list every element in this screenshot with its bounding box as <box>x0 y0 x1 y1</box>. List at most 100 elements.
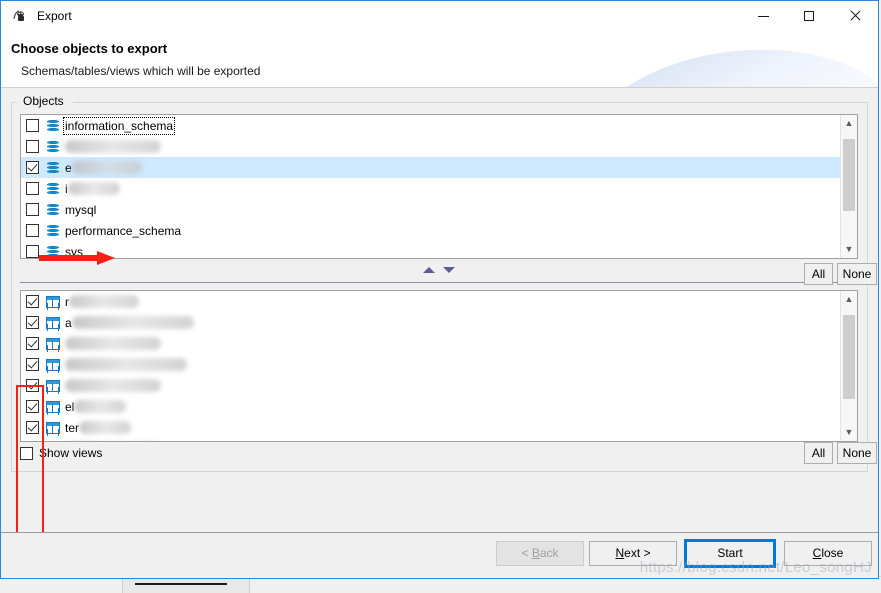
row-checkbox[interactable] <box>26 182 39 195</box>
next-button-rest: ext > <box>624 546 650 560</box>
list-item[interactable] <box>21 438 840 441</box>
back-button-prefix: < <box>521 546 531 560</box>
scroll-down-icon[interactable]: ▼ <box>841 241 857 258</box>
redacted-name <box>68 182 120 195</box>
list-item[interactable] <box>21 136 840 157</box>
schema-select-all-button[interactable]: All <box>804 263 833 285</box>
close-icon <box>849 10 861 22</box>
page-title: Choose objects to export <box>11 41 167 56</box>
scroll-up-icon[interactable]: ▲ <box>841 291 857 308</box>
table-icon <box>46 422 60 434</box>
table-select-none-button[interactable]: None <box>837 442 877 464</box>
database-icon <box>46 182 60 196</box>
list-item[interactable]: sys <box>21 241 840 258</box>
minimize-icon <box>758 16 769 17</box>
list-item[interactable]: information_schema <box>21 115 840 136</box>
triangle-up-icon[interactable] <box>423 267 435 273</box>
export-dialog: Export Choose objects to export Schemas/… <box>0 0 879 579</box>
list-splitter[interactable] <box>20 263 858 287</box>
redacted-name <box>72 161 142 174</box>
show-views-checkbox[interactable] <box>20 447 33 460</box>
table-icon <box>46 380 60 392</box>
header-decoration <box>574 35 878 88</box>
show-views-label: Show views <box>39 446 102 460</box>
row-checkbox[interactable] <box>26 203 39 216</box>
table-list-rows: ra el ter <box>21 291 840 441</box>
row-checkbox[interactable] <box>26 224 39 237</box>
wizard-header: Choose objects to export Schemas/tables/… <box>1 31 878 88</box>
redacted-name <box>65 358 187 371</box>
database-icon <box>46 119 60 133</box>
row-checkbox[interactable] <box>26 245 39 258</box>
list-item[interactable]: el <box>21 396 840 417</box>
redacted-name <box>72 316 194 329</box>
list-item[interactable]: e <box>21 157 840 178</box>
triangle-down-icon[interactable] <box>443 267 455 273</box>
window-controls <box>740 1 878 31</box>
background-taskbar-item <box>122 577 250 593</box>
table-list-scrollbar[interactable]: ▲ ▼ <box>840 291 857 441</box>
list-item[interactable]: i <box>21 178 840 199</box>
export-icon <box>11 7 29 25</box>
row-checkbox[interactable] <box>26 421 39 434</box>
list-item-label: performance_schema <box>65 224 181 238</box>
redacted-name <box>65 379 161 392</box>
row-checkbox[interactable] <box>26 119 39 132</box>
list-item[interactable]: a <box>21 312 840 333</box>
list-item-label: sys <box>65 245 83 259</box>
back-button[interactable]: < Back <box>496 541 584 566</box>
objects-group: Objects information_schemaeimysqlperform… <box>11 102 868 472</box>
next-button[interactable]: Next > <box>589 541 677 566</box>
window-title: Export <box>37 9 72 23</box>
redacted-name <box>65 337 161 350</box>
list-item[interactable]: ter <box>21 417 840 438</box>
maximize-icon <box>804 11 814 21</box>
database-icon <box>46 224 60 238</box>
title-bar: Export <box>1 1 878 31</box>
scroll-up-icon[interactable]: ▲ <box>841 115 857 132</box>
back-button-rest: ack <box>540 546 559 560</box>
row-checkbox[interactable] <box>26 316 39 329</box>
row-checkbox[interactable] <box>26 379 39 392</box>
list-item[interactable] <box>21 354 840 375</box>
group-frame-top-right <box>73 102 868 103</box>
scroll-down-icon[interactable]: ▼ <box>841 424 857 441</box>
table-icon <box>46 401 60 413</box>
table-icon <box>46 317 60 329</box>
schema-list[interactable]: information_schemaei mysql performance_sch… <box>20 114 858 259</box>
table-list[interactable]: ra el ter ▲ ▼ <box>20 290 858 442</box>
list-item[interactable]: r <box>21 291 840 312</box>
row-checkbox[interactable] <box>26 295 39 308</box>
show-views-row[interactable]: Show views <box>20 446 102 460</box>
row-checkbox[interactable] <box>26 337 39 350</box>
database-icon <box>46 161 60 175</box>
list-item-label: mysql <box>65 203 96 217</box>
redacted-name <box>65 140 161 153</box>
list-item-label: el <box>65 400 74 414</box>
maximize-button[interactable] <box>786 1 832 31</box>
minimize-button[interactable] <box>740 1 786 31</box>
schema-select-none-button[interactable]: None <box>837 263 877 285</box>
list-item[interactable]: mysql <box>21 199 840 220</box>
list-item[interactable] <box>21 375 840 396</box>
table-icon <box>46 296 60 308</box>
scrollbar-thumb[interactable] <box>843 315 855 399</box>
objects-group-label: Objects <box>19 94 68 108</box>
dialog-content: Objects information_schemaei mysql perform… <box>1 88 878 536</box>
close-dialog-button[interactable]: Close <box>784 541 872 566</box>
scrollbar-thumb[interactable] <box>843 139 855 211</box>
splitter-line <box>20 282 858 283</box>
list-item-label: information_schema <box>65 119 173 133</box>
table-select-all-button[interactable]: All <box>804 442 833 464</box>
back-button-mnemonic: B <box>532 546 540 560</box>
row-checkbox[interactable] <box>26 358 39 371</box>
schema-list-scrollbar[interactable]: ▲ ▼ <box>840 115 857 258</box>
list-item[interactable] <box>21 333 840 354</box>
row-checkbox[interactable] <box>26 140 39 153</box>
row-checkbox[interactable] <box>26 400 39 413</box>
table-icon <box>46 338 60 350</box>
close-button[interactable] <box>832 1 878 31</box>
list-item[interactable]: performance_schema <box>21 220 840 241</box>
start-button[interactable]: Start <box>686 541 774 566</box>
row-checkbox[interactable] <box>26 161 39 174</box>
